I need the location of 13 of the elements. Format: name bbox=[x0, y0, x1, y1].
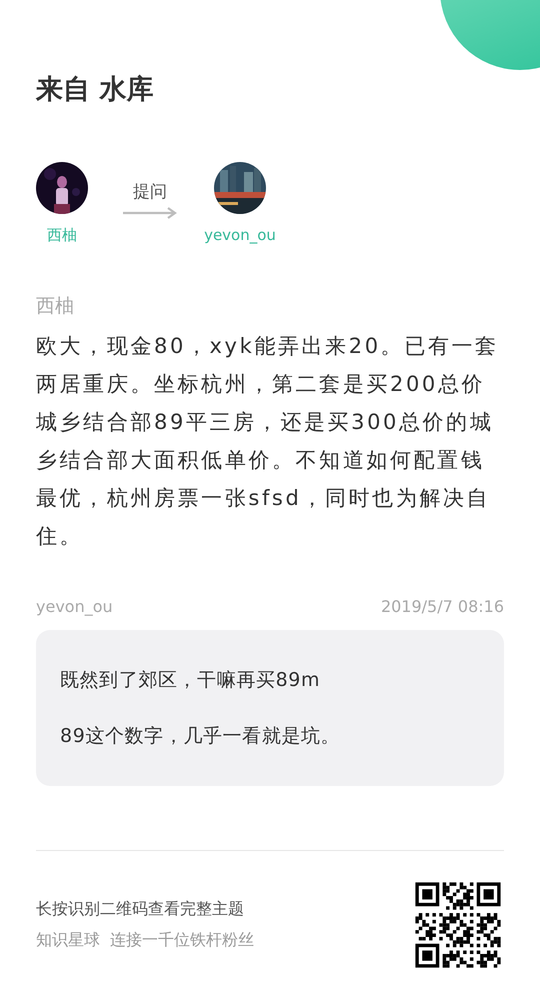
answer-text: 既然到了郊区，干嘛再买89m bbox=[60, 668, 322, 693]
asker-name: 西柚 bbox=[47, 226, 77, 245]
question-author: 西柚 bbox=[36, 294, 75, 319]
answer-text: 89这个数字，几乎一看就是坑。 bbox=[60, 724, 342, 749]
arrow-icon bbox=[122, 207, 178, 219]
answer-time: 2019/5/7 08:16 bbox=[380, 597, 504, 616]
answer-author: yevon_ou bbox=[36, 597, 113, 616]
answerer-name: yevon_ou bbox=[204, 226, 276, 244]
footer-text: 知识星球 连接一千位铁杆粉丝 bbox=[36, 930, 254, 951]
footer-text: 长按识别二维码查看完整主题 bbox=[36, 899, 245, 920]
question-text: 欧大，现金80，xyk能弄出来20。已有一套两居重庆。坐标杭州，第二套是买200总价城乡结合部89平三房，还是买300总价的城乡结合部大面积低单价。不知道如何配置钱最优，杭州房票一张sfsd，同时也为解决自住。 bbox=[36, 333, 500, 550]
page-title: 来自 水库 bbox=[36, 73, 154, 107]
action-label: 提问 bbox=[133, 181, 167, 203]
